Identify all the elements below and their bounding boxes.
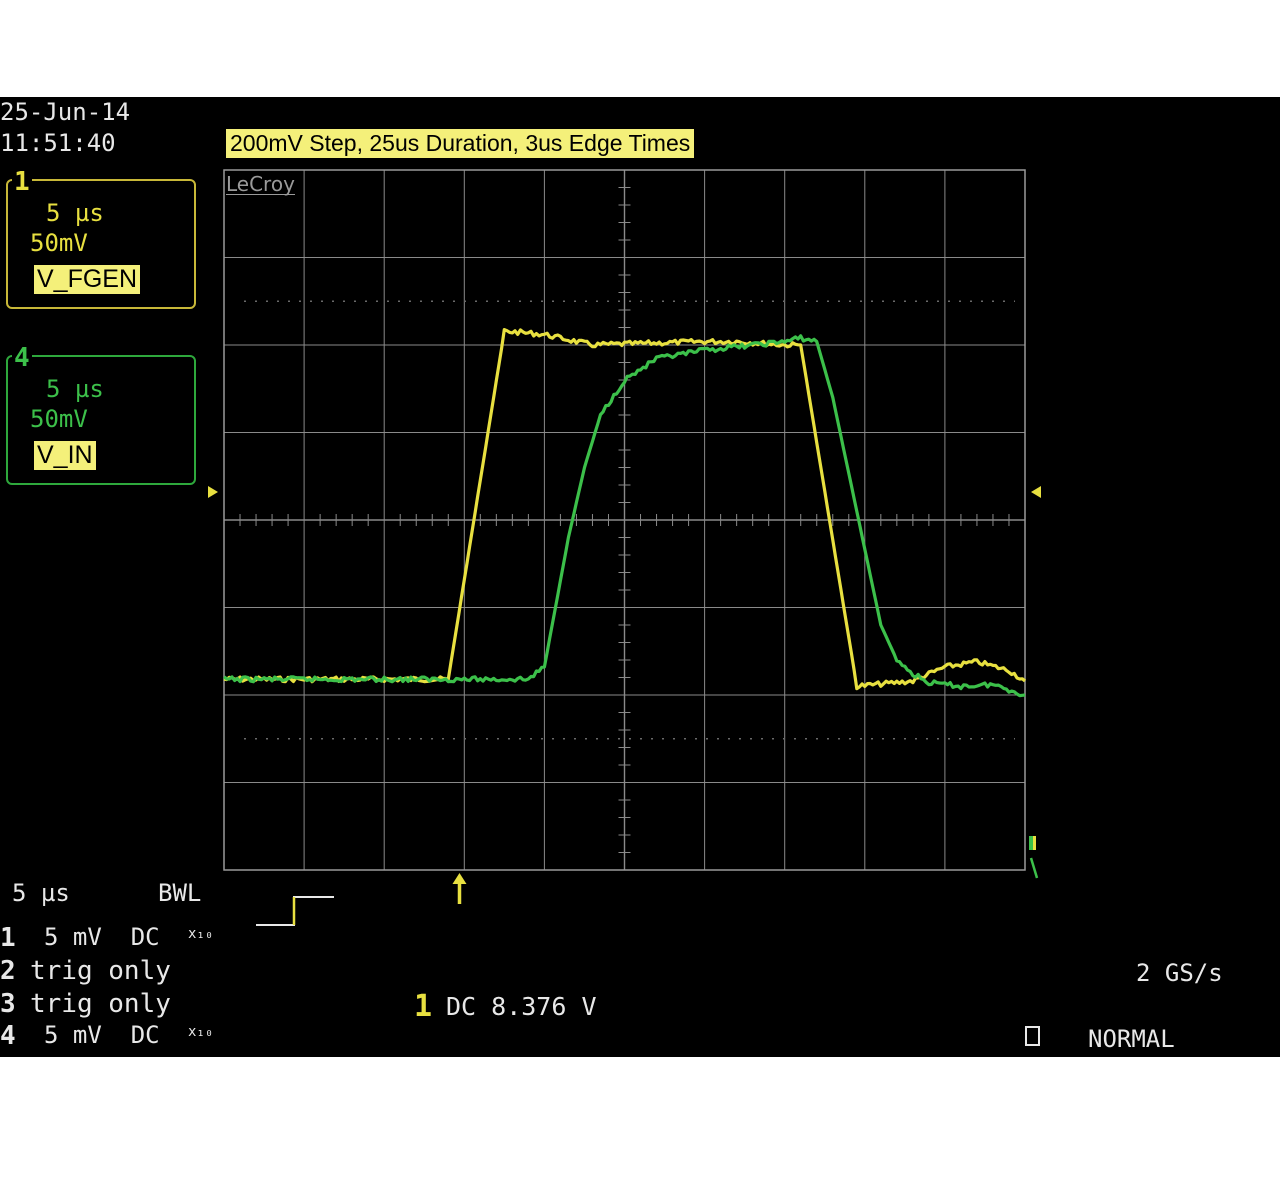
channel-4-number: 4 [12, 343, 32, 373]
trigger-position-arrow-head [452, 873, 467, 884]
status-row-2-text: trig only [30, 956, 171, 986]
trigger-mode: NORMAL [1088, 1025, 1175, 1053]
channel-1-timebase: 5 µs [46, 199, 104, 227]
channel-4-timebase: 5 µs [46, 375, 104, 403]
capture-date: 25-Jun-14 [0, 98, 131, 126]
status-row-2-number: 2 [0, 956, 16, 986]
trigger-level: DC 8.376 V [446, 992, 597, 1021]
oscilloscope-screen: 25-Jun-14 11:51:40 200mV Step, 25us Dura… [0, 97, 1280, 1057]
status-row-1-number: 1 [0, 923, 16, 953]
channel-4-descriptor[interactable]: 4 5 µs 50mV V_IN [6, 345, 196, 485]
capture-time: 11:51:40 [0, 129, 116, 157]
status-row-3-number: 3 [0, 989, 16, 1019]
channel-1-descriptor[interactable]: 1 5 µs 50mV V_FGEN [6, 169, 196, 309]
annotation-label: 200mV Step, 25us Duration, 3us Edge Time… [226, 129, 695, 158]
brand-logo: LeCroy [226, 172, 295, 196]
acquisition-status-icon [1025, 1026, 1040, 1046]
status-row-3-text: trig only [30, 989, 171, 1019]
channel-1-label: V_FGEN [34, 265, 141, 294]
status-row-4-text: 5 mV DC [44, 1021, 160, 1049]
status-row-1-text: 5 mV DC [44, 923, 160, 951]
trigger-level-marker-right [1031, 486, 1041, 498]
status-timebase: 5 µs [12, 879, 70, 907]
status-row-4-probe: x₁₀ [188, 1024, 214, 1040]
bandwidth-limit: BWL [158, 879, 202, 907]
channel-1-volts-div: 50mV [30, 229, 88, 257]
channel-4-label: V_IN [34, 441, 96, 470]
channel-4-volts-div: 50mV [30, 405, 88, 433]
status-row-1-probe: x₁₀ [188, 926, 214, 942]
status-row-4-number: 4 [0, 1021, 16, 1051]
sample-rate: 2 GS/s [1136, 959, 1223, 987]
channel-1-reference-marker [1033, 836, 1036, 850]
trigger-level-marker-left [208, 486, 218, 498]
trigger-channel: 1 [414, 989, 433, 1024]
channel-1-number: 1 [12, 167, 32, 197]
channel-reference-tick [1029, 857, 1039, 879]
